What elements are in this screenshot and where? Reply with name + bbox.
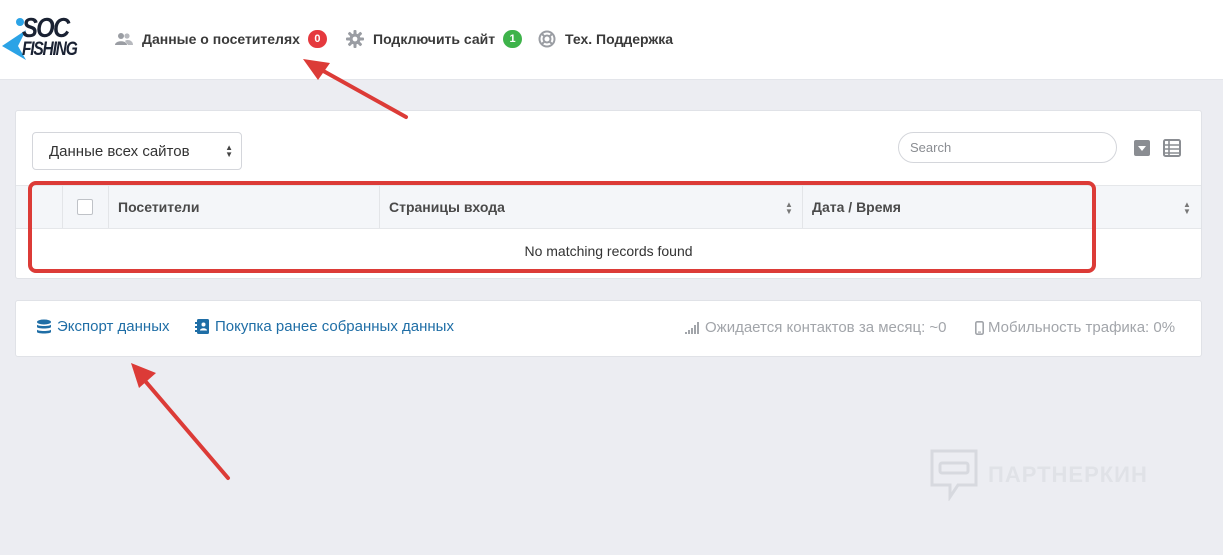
list-view-icon[interactable]: [1163, 139, 1181, 157]
site-filter-value: Данные всех сайтов: [49, 143, 190, 160]
nav-visitor-data[interactable]: Данные о посетителях 0: [115, 30, 327, 48]
users-icon: [115, 30, 133, 48]
contact-book-icon: [195, 319, 209, 334]
visitor-count-badge: 0: [307, 30, 327, 48]
column-header-visitors[interactable]: Посетители: [108, 186, 379, 228]
logo-wordmark: SOC FISHING: [22, 12, 89, 60]
purchase-data-label: Покупка ранее собранных данных: [215, 318, 454, 335]
visitors-panel: Данные всех сайтов ▲▼ Посетители Страниц…: [15, 110, 1202, 279]
logo-line1: SOC: [22, 12, 70, 43]
connect-site-badge: 1: [503, 30, 523, 48]
expected-contacts-stat: Ожидается контактов за месяц: ~0: [685, 319, 947, 336]
mobile-phone-icon: [975, 320, 984, 335]
traffic-mobility-stat: Мобильность трафика: 0%: [975, 319, 1175, 336]
empty-table-message: No matching records found: [524, 243, 693, 259]
export-data-link[interactable]: Экспорт данных: [36, 318, 169, 335]
column-header-datetime[interactable]: Дата / Время ▲ ▼: [802, 186, 1201, 228]
column-header-entry-pages[interactable]: Страницы входа ▲ ▼: [379, 186, 802, 228]
top-navbar: SOC FISHING Данные о посетителях 0 Подкл…: [0, 0, 1223, 80]
nav-visitor-data-label: Данные о посетителях: [142, 31, 300, 47]
column-label-entry-pages: Страницы входа: [389, 199, 505, 215]
lifebuoy-icon: [538, 30, 556, 48]
traffic-mobility-label: Мобильность трафика: 0%: [988, 319, 1176, 336]
nav-connect-site-label: Подключить сайт: [373, 31, 496, 47]
signal-bars-icon: [685, 321, 699, 334]
sort-icon: ▲ ▼: [1183, 200, 1191, 216]
search-input[interactable]: [898, 132, 1117, 163]
purchase-data-link[interactable]: Покупка ранее собранных данных: [195, 318, 454, 335]
column-label-datetime: Дата / Время: [812, 199, 901, 215]
dropdown-toggle-icon[interactable]: [1133, 139, 1151, 157]
partnerkin-watermark: ПАРТНЕРКИН: [930, 449, 1148, 501]
nav-connect-site[interactable]: Подключить сайт 1: [346, 30, 523, 48]
column-label-visitors: Посетители: [118, 199, 200, 215]
table-header: Посетители Страницы входа ▲ ▼ Дата / Врем…: [16, 185, 1201, 229]
gear-icon: [346, 30, 364, 48]
arrow-to-export-link: [138, 373, 230, 480]
export-data-label: Экспорт данных: [57, 318, 170, 335]
watermark-text: ПАРТНЕРКИН: [988, 462, 1148, 487]
nav-tech-support[interactable]: Тех. Поддержка: [538, 30, 673, 48]
database-icon: [37, 319, 51, 333]
logo-line2: FISHING: [22, 39, 78, 60]
socfishing-logo[interactable]: SOC FISHING: [0, 12, 80, 68]
nav-tech-support-label: Тех. Поддержка: [565, 31, 674, 47]
site-filter-select[interactable]: Данные всех сайтов ▲ ▼: [32, 132, 242, 170]
sort-icon: ▲ ▼: [785, 200, 793, 216]
arrow-head-bottom: [131, 363, 156, 388]
select-caret-icon: ▲ ▼: [225, 143, 233, 159]
expected-contacts-label: Ожидается контактов за месяц: ~0: [705, 319, 947, 336]
select-all-checkbox[interactable]: [77, 199, 93, 215]
speech-bubble-icon: [930, 449, 978, 501]
